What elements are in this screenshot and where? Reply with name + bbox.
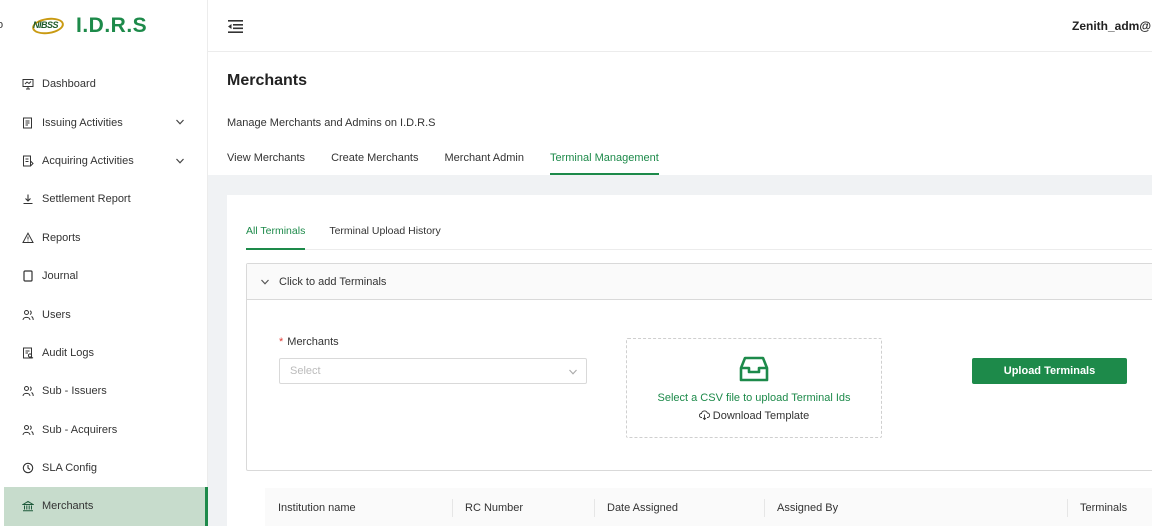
sidebar: o NIBSS I.D.R.S Dashboard Issuing Activit… bbox=[0, 0, 208, 526]
sidebar-item-label: Sub - Acquirers bbox=[42, 423, 118, 436]
tab-terminal-management[interactable]: Terminal Management bbox=[549, 152, 659, 175]
column-header-rc-number[interactable]: RC Number bbox=[452, 488, 594, 526]
warning-icon bbox=[22, 231, 34, 243]
sidebar-item-issuing-activities[interactable]: Issuing Activities bbox=[0, 103, 208, 141]
brand-logo: NIBSS bbox=[30, 15, 65, 37]
sidebar-item-sla-config[interactable]: SLA Config bbox=[0, 449, 208, 487]
terminal-card: All Terminals Terminal Upload History Cli… bbox=[227, 195, 1152, 526]
terminals-table-header: Institution name RC Number Date Assigned As… bbox=[265, 488, 1152, 526]
sidebar-item-label: Sub - Issuers bbox=[42, 385, 107, 398]
sidebar-item-label: Settlement Report bbox=[42, 193, 131, 206]
users-icon bbox=[22, 386, 34, 397]
column-header-date-assigned[interactable]: Date Assigned bbox=[594, 488, 764, 526]
upload-hint: Select a CSV file to upload Terminal Ids bbox=[657, 392, 851, 404]
sidebar-item-sub-issuers[interactable]: Sub - Issuers bbox=[0, 372, 208, 410]
users-icon bbox=[22, 309, 34, 320]
app-root: o NIBSS I.D.R.S Dashboard Issuing Activit… bbox=[0, 0, 1152, 526]
sidebar-item-settlement-report[interactable]: Settlement Report bbox=[0, 180, 208, 218]
top-header: Zenith_adm@ bbox=[208, 0, 1152, 52]
issuing-icon bbox=[23, 117, 32, 129]
user-name[interactable]: Zenith_adm@ bbox=[1072, 19, 1152, 33]
sidebar-nav: Dashboard Issuing Activities Acquiring Act… bbox=[0, 65, 208, 526]
merchant-tabs: View Merchants Create Merchants Merchant A… bbox=[227, 152, 685, 175]
sidebar-item-label: Dashboard bbox=[42, 78, 96, 91]
subtab-all-terminals[interactable]: All Terminals bbox=[246, 225, 306, 250]
sidebar-item-reports[interactable]: Reports bbox=[0, 219, 208, 257]
tab-merchant-admin[interactable]: Merchant Admin bbox=[445, 152, 524, 175]
journal-icon bbox=[23, 270, 33, 282]
tab-create-merchants[interactable]: Create Merchants bbox=[331, 152, 418, 175]
csv-dropzone[interactable]: Select a CSV file to upload Terminal Ids… bbox=[626, 338, 882, 438]
sidebar-item-label: Journal bbox=[42, 270, 79, 283]
sidebar-item-sub-acquirers[interactable]: Sub - Acquirers bbox=[0, 411, 208, 449]
sidebar-item-label: Issuing Activities bbox=[42, 116, 123, 129]
page-header: Merchants Manage Merchants and Admins on… bbox=[208, 53, 1152, 175]
sidebar-item-dashboard[interactable]: Dashboard bbox=[0, 65, 208, 103]
dashboard-icon bbox=[22, 79, 34, 90]
audit-icon bbox=[23, 347, 34, 359]
cloud-download-icon bbox=[698, 410, 710, 421]
menu-fold-icon[interactable] bbox=[228, 20, 243, 33]
chevron-down-icon bbox=[569, 369, 577, 375]
users-icon bbox=[22, 424, 34, 435]
acquiring-icon bbox=[23, 155, 34, 167]
upload-terminals-button[interactable]: Upload Terminals bbox=[972, 358, 1127, 384]
download-template-link[interactable]: Download Template bbox=[627, 410, 881, 422]
inbox-icon bbox=[739, 356, 769, 382]
tab-view-merchants[interactable]: View Merchants bbox=[227, 152, 305, 175]
collapse-title: Click to add Terminals bbox=[279, 275, 387, 288]
main-content: Merchants Manage Merchants and Admins on… bbox=[208, 53, 1152, 526]
merchants-label: * Merchants bbox=[279, 336, 339, 348]
subtab-terminal-upload-history[interactable]: Terminal Upload History bbox=[329, 225, 440, 250]
chevron-down-icon bbox=[261, 279, 269, 285]
sidebar-item-label: Users bbox=[42, 308, 71, 321]
chevron-down-icon[interactable] bbox=[175, 156, 185, 166]
download-icon bbox=[23, 194, 33, 205]
sidebar-item-journal[interactable]: Journal bbox=[0, 257, 208, 295]
brand[interactable]: NIBSS I.D.R.S bbox=[30, 14, 147, 38]
sidebar-item-label: Acquiring Activities bbox=[42, 154, 134, 167]
page-title: Merchants bbox=[227, 72, 308, 89]
sidebar-item-users[interactable]: Users bbox=[0, 295, 208, 333]
sidebar-item-label: Audit Logs bbox=[42, 346, 94, 359]
sidebar-item-label: SLA Config bbox=[42, 462, 98, 475]
chevron-down-icon[interactable] bbox=[175, 117, 185, 127]
sidebar-item-acquiring-activities[interactable]: Acquiring Activities bbox=[0, 142, 208, 180]
sidebar-item-label: Reports bbox=[42, 231, 81, 244]
sidebar-item-merchants[interactable]: Merchants bbox=[4, 487, 208, 526]
bank-icon bbox=[22, 501, 34, 512]
column-header-terminals[interactable]: Terminals bbox=[1067, 488, 1152, 526]
edge-mark: o bbox=[0, 19, 4, 31]
download-template-label: Download Template bbox=[712, 410, 810, 422]
add-terminals-panel: Click to add Terminals * Merchants Select bbox=[246, 263, 1152, 471]
required-mark: * bbox=[279, 336, 284, 348]
page-subtitle: Manage Merchants and Admins on I.D.R.S bbox=[227, 117, 436, 129]
add-terminals-toggle[interactable]: Click to add Terminals bbox=[247, 264, 1152, 300]
brand-title: I.D.R.S bbox=[76, 14, 148, 37]
column-header-assigned-by[interactable]: Assigned By bbox=[764, 488, 1067, 526]
merchants-select[interactable]: Select bbox=[279, 358, 587, 384]
sidebar-item-audit-logs[interactable]: Audit Logs bbox=[0, 334, 208, 372]
terminal-subtabs: All Terminals Terminal Upload History bbox=[246, 225, 1152, 250]
select-placeholder: Select bbox=[290, 365, 321, 377]
sidebar-item-label: Merchants bbox=[42, 500, 94, 513]
logo-text: NIBSS bbox=[33, 20, 59, 30]
clock-icon bbox=[22, 462, 34, 474]
column-header-institution-name[interactable]: Institution name bbox=[265, 488, 452, 526]
